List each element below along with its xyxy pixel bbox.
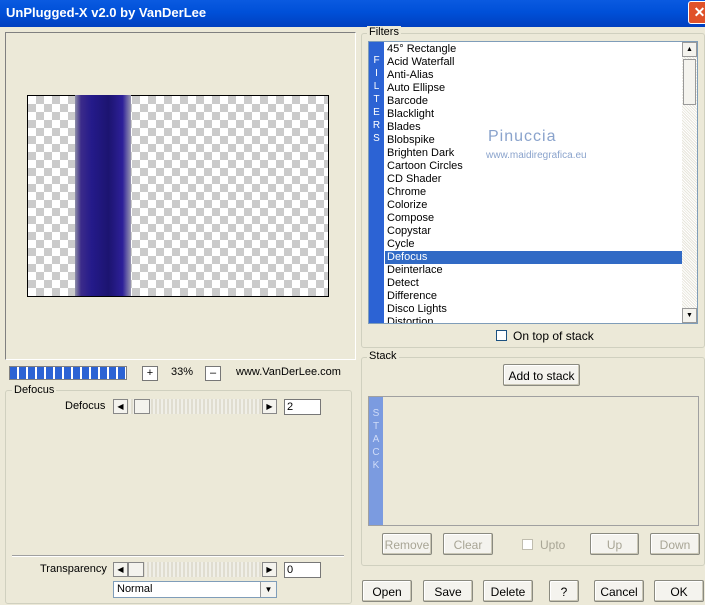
strip-letter: T (373, 94, 380, 105)
stack-list[interactable] (368, 396, 699, 526)
slider-right-arrow[interactable]: ▶ (262, 399, 277, 414)
ok-button[interactable]: OK (654, 580, 704, 602)
defocus-slider[interactable]: ◀ ▶ (113, 399, 277, 414)
strip-letter: S (372, 408, 380, 419)
transparency-slider[interactable]: ◀ ▶ (113, 562, 277, 577)
open-button[interactable]: Open (362, 580, 412, 602)
remove-button[interactable]: Remove (382, 533, 432, 555)
transparency-value-field[interactable]: 0 (284, 562, 321, 578)
filter-item[interactable]: Colorize (385, 199, 682, 212)
blend-mode-value: Normal (117, 583, 153, 595)
down-button[interactable]: Down (650, 533, 700, 555)
strip-letter: T (372, 421, 380, 432)
strip-letter: R (372, 120, 381, 131)
filter-item[interactable]: Barcode (385, 95, 682, 108)
filter-item[interactable]: Difference (385, 290, 682, 303)
filter-item[interactable]: Chrome (385, 186, 682, 199)
slider-thumb[interactable] (134, 399, 150, 414)
filter-item[interactable]: Acid Waterfall (385, 56, 682, 69)
upto-label: Upto (540, 538, 566, 552)
strip-letter: A (372, 434, 380, 445)
stack-side-strip: STACK (369, 397, 383, 525)
save-button[interactable]: Save (423, 580, 473, 602)
scroll-down-button[interactable]: ▼ (682, 308, 697, 323)
strip-letter: C (372, 447, 380, 458)
up-button[interactable]: Up (590, 533, 639, 555)
on-top-checkbox[interactable] (496, 330, 507, 341)
zoom-value: 33% (170, 366, 194, 378)
delete-button[interactable]: Delete (483, 580, 533, 602)
defocus-value-field[interactable]: 2 (284, 399, 321, 415)
parameters-group-label: Defocus (12, 384, 57, 396)
scroll-thumb[interactable] (683, 59, 696, 105)
watermark-name: Pinuccia (488, 128, 557, 145)
filter-item[interactable]: Detect (385, 277, 682, 290)
filters-scrollbar[interactable]: ▲ ▼ (682, 42, 697, 323)
filter-item[interactable]: Anti-Alias (385, 69, 682, 82)
strip-letter: K (372, 460, 380, 471)
zoom-out-button[interactable]: – (205, 366, 221, 381)
filter-item[interactable]: Compose (385, 212, 682, 225)
progress-bar (9, 366, 127, 380)
strip-letter: E (373, 107, 380, 118)
help-button[interactable]: ? (549, 580, 579, 602)
watermark-url: www.maidiregrafica.eu (486, 150, 587, 161)
website-link[interactable]: www.VanDerLee.com (236, 366, 341, 378)
transparency-label: Transparency (40, 563, 107, 575)
chevron-down-icon[interactable]: ▼ (260, 582, 276, 597)
clear-button[interactable]: Clear (443, 533, 493, 555)
on-top-label: On top of stack (513, 329, 594, 343)
preview-blue-band (75, 95, 131, 296)
slider-left-arrow[interactable]: ◀ (113, 399, 128, 414)
zoom-in-button[interactable]: + (142, 366, 158, 381)
filter-item[interactable]: Cartoon Circles (385, 160, 682, 173)
stack-group-label: Stack (367, 350, 399, 362)
slider-track[interactable] (129, 562, 261, 577)
divider (12, 555, 344, 557)
title-bar[interactable]: UnPlugged-X v2.0 by VanDerLee ✕ (0, 0, 705, 27)
upto-checkbox[interactable] (522, 539, 533, 550)
strip-letter: L (373, 81, 380, 92)
cancel-button[interactable]: Cancel (594, 580, 644, 602)
filter-item[interactable]: 45° Rectangle (385, 43, 682, 56)
blend-mode-select[interactable]: Normal ▼ (113, 581, 277, 598)
strip-letter: F (373, 55, 380, 66)
filter-item[interactable]: Distortion (385, 316, 682, 323)
slider-right-arrow[interactable]: ▶ (262, 562, 277, 577)
add-to-stack-button[interactable]: Add to stack (503, 364, 580, 386)
filter-item[interactable]: Blacklight (385, 108, 682, 121)
filters-group-label: Filters (367, 26, 401, 38)
strip-letter: S (373, 133, 380, 144)
filter-item[interactable]: Disco Lights (385, 303, 682, 316)
slider-left-arrow[interactable]: ◀ (113, 562, 128, 577)
scroll-up-button[interactable]: ▲ (682, 42, 697, 57)
filter-item[interactable]: Defocus (385, 251, 682, 264)
strip-letter: I (375, 68, 378, 79)
close-icon: ✕ (693, 4, 705, 20)
filter-item[interactable]: CD Shader (385, 173, 682, 186)
slider-thumb[interactable] (128, 562, 144, 577)
filter-item[interactable]: Copystar (385, 225, 682, 238)
filter-item[interactable]: Deinterlace (385, 264, 682, 277)
defocus-label: Defocus (65, 400, 106, 412)
filter-item[interactable]: Auto Ellipse (385, 82, 682, 95)
filter-item[interactable]: Cycle (385, 238, 682, 251)
window-title: UnPlugged-X v2.0 by VanDerLee (6, 5, 207, 20)
filters-side-strip: FILTERS (369, 42, 384, 323)
close-button[interactable]: ✕ (688, 1, 705, 24)
preview-image[interactable] (27, 95, 329, 297)
